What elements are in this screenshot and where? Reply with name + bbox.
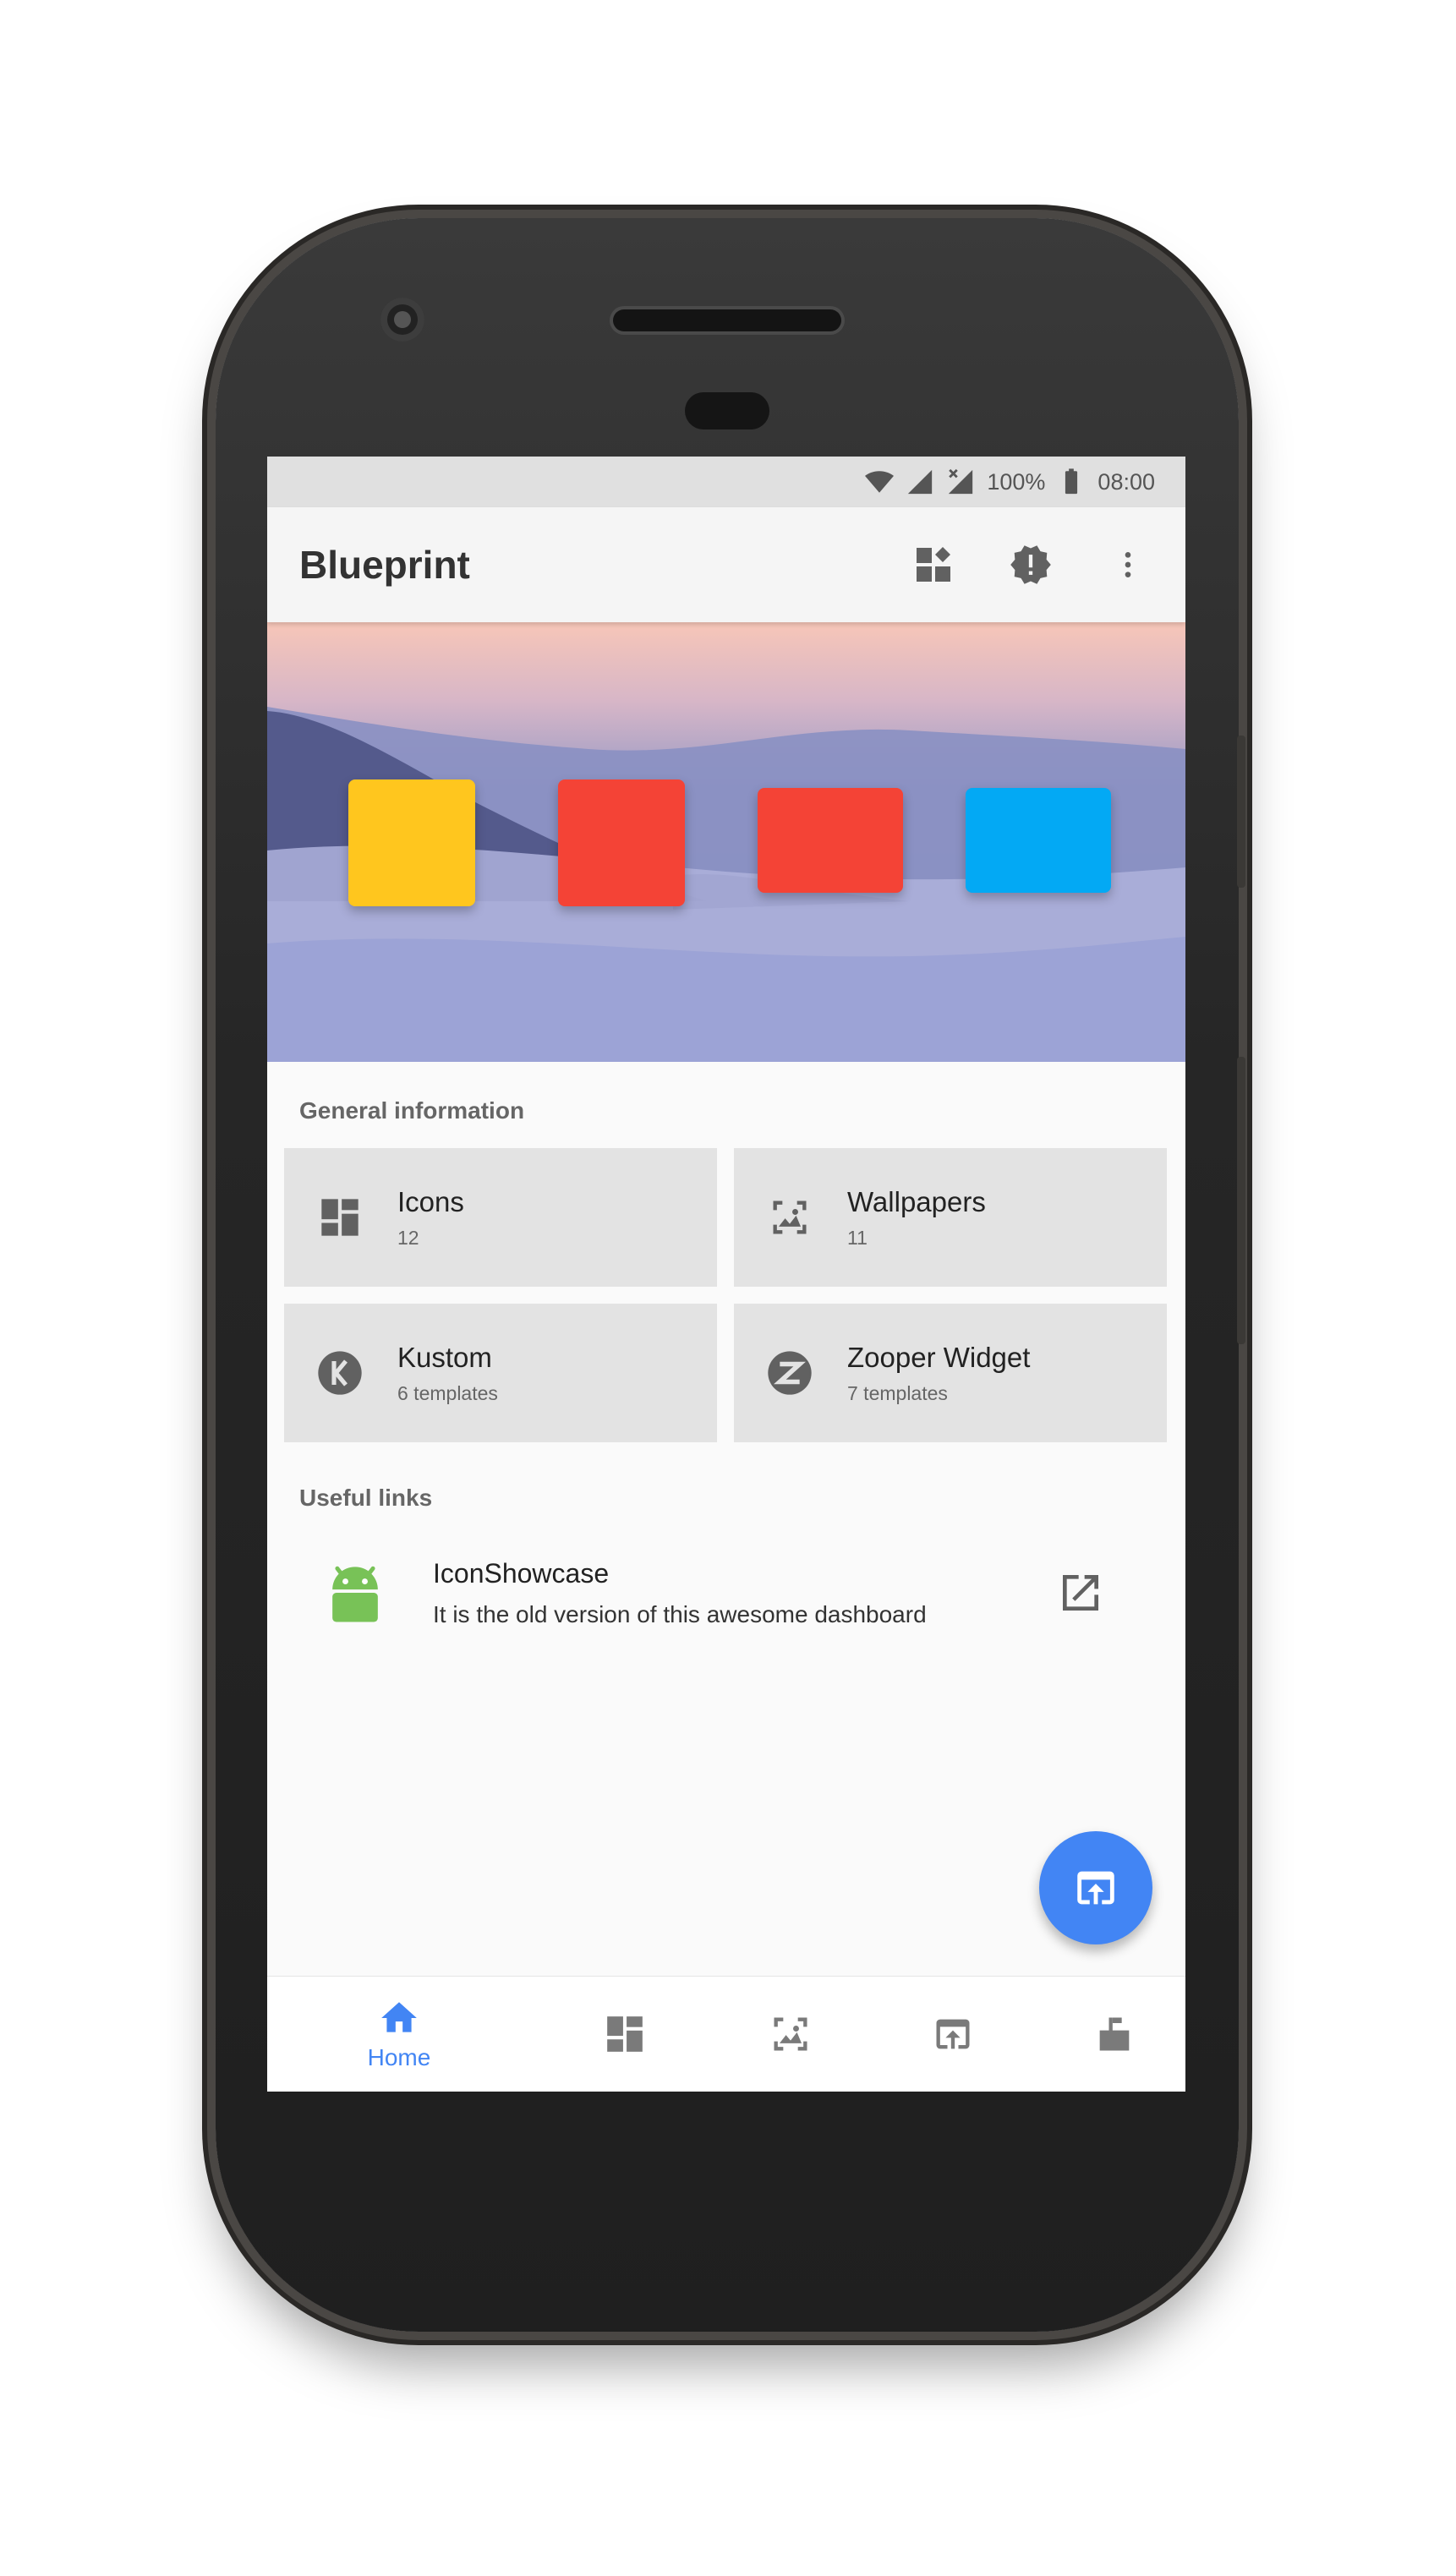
- proximity-sensor: [685, 392, 769, 429]
- nav-item-request[interactable]: [1043, 2012, 1185, 2056]
- battery-percent: 100%: [987, 468, 1046, 495]
- earpiece-speaker: [613, 309, 841, 331]
- card-title: Kustom: [397, 1341, 492, 1373]
- home-icon: [381, 2002, 417, 2032]
- kustom-icon: [318, 1351, 362, 1395]
- apply-fab-button[interactable]: [1039, 1831, 1152, 1944]
- image-frame-icon: [774, 2017, 807, 2051]
- bottom-navigation: Home: [267, 1976, 1185, 2092]
- open-in-app-icon: [1077, 1871, 1114, 1905]
- general-information-heading: General information: [299, 1097, 525, 1124]
- device-mockup: 100% 08:00 Blueprint General information…: [0, 0, 1456, 2576]
- nav-item-icons[interactable]: [531, 2013, 719, 2055]
- card-subtitle: 11: [847, 1226, 868, 1249]
- mailbox-icon: [1099, 2017, 1130, 2051]
- android-icon: [332, 1566, 378, 1622]
- red-wide-app-tile: [758, 788, 903, 893]
- wallpapers-card[interactable]: Wallpapers 11: [734, 1148, 1167, 1287]
- yellow-app-tile: [348, 779, 475, 906]
- app-screen: 100% 08:00 Blueprint General information…: [267, 457, 1185, 2092]
- kustom-card[interactable]: Kustom 6 templates: [284, 1304, 717, 1442]
- card-title: Zooper Widget: [847, 1341, 1031, 1373]
- new-releases-icon: [1010, 545, 1051, 584]
- power-button: [1237, 736, 1245, 888]
- front-camera: [380, 298, 424, 342]
- link-title: IconShowcase: [433, 1557, 610, 1589]
- no-signal-icon: [949, 468, 973, 495]
- card-subtitle: 6 templates: [397, 1381, 498, 1404]
- clock: 08:00: [1097, 468, 1155, 495]
- dashboard-icon: [917, 547, 950, 582]
- more-vert-icon: [1125, 552, 1131, 577]
- status-bar: 100% 08:00: [267, 457, 1185, 507]
- overflow-menu-button[interactable]: [1103, 539, 1153, 590]
- changelog-button[interactable]: [1005, 539, 1056, 590]
- battery-icon: [1065, 468, 1078, 495]
- image-frame-icon: [773, 1200, 807, 1234]
- icons-card[interactable]: Icons 12: [284, 1148, 717, 1287]
- nav-item-wallpapers[interactable]: [719, 2012, 862, 2056]
- zooper-widget-card[interactable]: Zooper Widget 7 templates: [734, 1304, 1167, 1442]
- app-title: Blueprint: [299, 543, 470, 587]
- wifi-icon: [865, 471, 895, 493]
- blue-app-tile: [966, 788, 1111, 893]
- apply-dashboard-button[interactable]: [908, 539, 959, 590]
- zooper-icon: [768, 1351, 812, 1395]
- card-title: Icons: [397, 1185, 464, 1217]
- hero-banner: [267, 622, 1185, 1062]
- open-in-app-icon: [936, 2019, 970, 2049]
- iconshowcase-link[interactable]: IconShowcase It is the old version of th…: [267, 1520, 1185, 1665]
- link-description: It is the old version of this awesome da…: [433, 1600, 927, 1627]
- card-subtitle: 7 templates: [847, 1381, 948, 1404]
- dashboard-icon: [607, 2016, 643, 2052]
- red-app-tile: [558, 779, 685, 906]
- card-subtitle: 12: [397, 1226, 419, 1249]
- info-card-grid: Icons 12 Wallpapers 11 Kustom 6 template…: [267, 1148, 1185, 1442]
- card-title: Wallpapers: [847, 1185, 986, 1217]
- open-in-new-icon[interactable]: [1057, 1569, 1104, 1616]
- dashboard-icon: [321, 1199, 359, 1236]
- volume-button: [1237, 1057, 1245, 1344]
- nav-item-home[interactable]: Home: [267, 1997, 531, 2071]
- nav-label-home: Home: [367, 2044, 431, 2070]
- useful-links-heading: Useful links: [299, 1485, 433, 1511]
- app-bar: Blueprint: [267, 507, 1185, 622]
- signal-icon: [908, 469, 933, 495]
- nav-item-apply[interactable]: [862, 2012, 1043, 2056]
